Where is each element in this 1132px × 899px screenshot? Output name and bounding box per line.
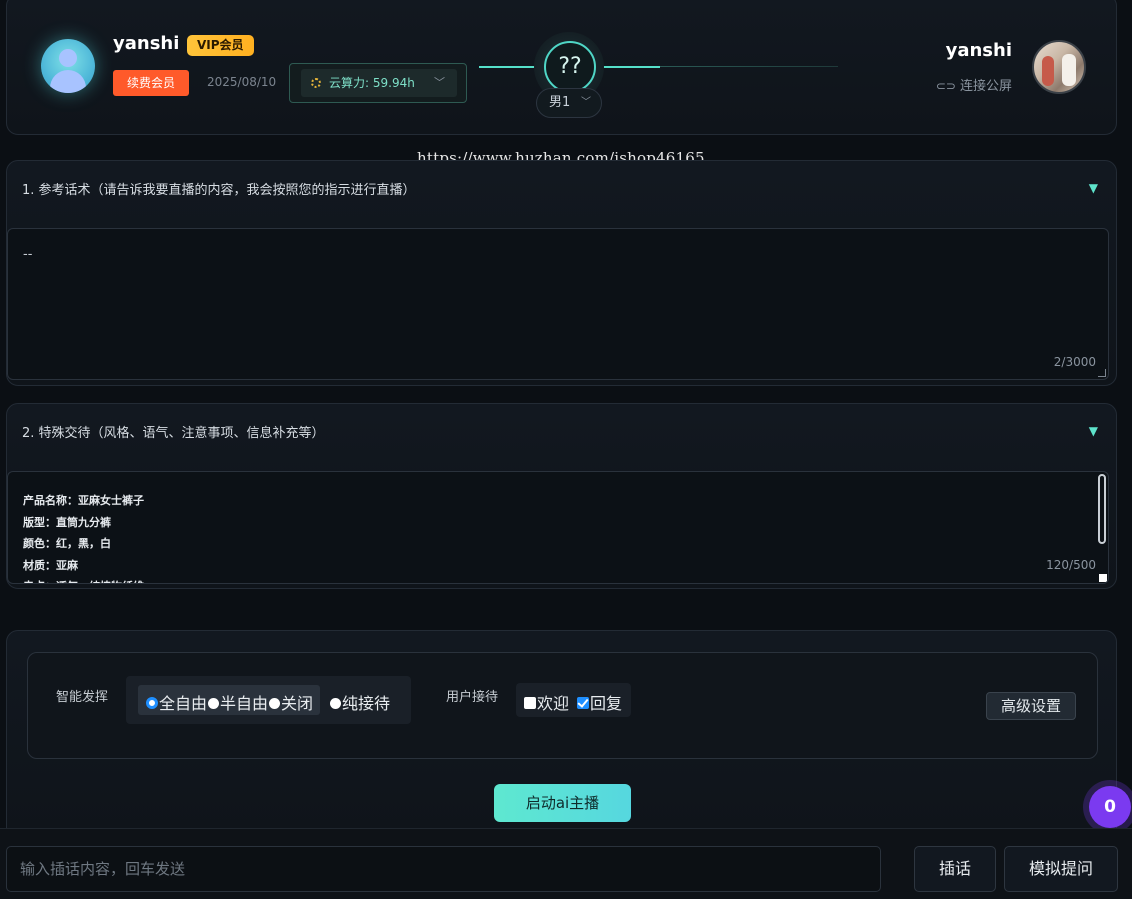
avatar-head-shape (59, 49, 77, 67)
wave-line-far (660, 66, 838, 67)
start-ai-host-button[interactable]: 启动ai主播 (494, 784, 631, 822)
settings-box: 智能发挥 全自由 半自由 关闭 纯接待 用户接待 欢迎 回复 高级设置 (27, 652, 1098, 759)
radio-icon (208, 698, 219, 709)
instruction-line: 材质：亚麻 (23, 558, 78, 572)
section-title: 2. 特殊交待（风格、语气、注意事项、信息补充等） (22, 426, 325, 441)
mic-status-button[interactable]: ?? (544, 41, 596, 93)
mode-option-full-free[interactable]: 全自由 (146, 690, 207, 714)
insert-message-input[interactable] (6, 846, 881, 892)
voice-select[interactable]: 男1 ﹀ (536, 88, 602, 118)
resize-handle[interactable] (1099, 574, 1107, 582)
chevron-down-icon: ﹀ (581, 97, 591, 108)
welcome-checkbox[interactable]: 欢迎 (524, 690, 569, 714)
instruction-textarea[interactable]: 产品名称：亚麻女士裤子 版型：直筒九分裤 颜色：红，黑，白 材质：亚麻 卖点：透… (7, 471, 1109, 584)
renew-button[interactable]: 续费会员 (113, 70, 189, 96)
instruction-content: 产品名称：亚麻女士裤子 版型：直筒九分裤 颜色：红，黑，白 材质：亚麻 卖点：透… (23, 490, 144, 583)
script-textarea[interactable]: -- 2/3000 (7, 228, 1109, 380)
char-count: 120/500 (1046, 558, 1096, 572)
connect-screen-label: 连接公屏 (959, 79, 1012, 94)
smart-mode-group: 全自由 半自由 关闭 纯接待 (126, 676, 411, 724)
floating-count-badge[interactable]: 0 (1089, 786, 1131, 828)
user-reception-label: 用户接待 (446, 690, 499, 705)
instruction-section: 2. 特殊交待（风格、语气、注意事项、信息补充等） ▼ 产品名称：亚麻女士裤子 … (6, 403, 1117, 589)
vip-badge: VIP会员 (187, 35, 254, 56)
compute-power-inner: 云算力: 59.94h ﹀ (301, 69, 457, 97)
scrollbar[interactable] (1098, 474, 1106, 544)
compute-power-label: 云算力: 59.94h (329, 76, 415, 90)
mode-option-semi-free[interactable]: 半自由 (208, 690, 268, 714)
checkbox-label: 回复 (590, 694, 623, 713)
checkbox-checked-icon (577, 697, 589, 709)
mode-label: 半自由 (220, 694, 269, 713)
mode-label: 关闭 (281, 694, 314, 713)
expire-date: 2025/08/10 (207, 75, 277, 89)
avatar-figure-shape (1042, 56, 1054, 86)
insert-button[interactable]: 插话 (914, 846, 996, 892)
script-content: -- (23, 247, 33, 262)
script-section: 1. 参考话术（请告诉我要直播的内容，我会按照您的指示进行直播） ▼ -- 2/… (6, 160, 1117, 386)
connect-screen-link[interactable]: ⊂⊃ 连接公屏 (936, 75, 1012, 94)
avatar-body-shape (50, 70, 86, 93)
username-left: yanshi (113, 33, 180, 54)
instruction-line: 卖点：透气，纯植物纤维 (23, 576, 144, 583)
bottom-bar: 插话 模拟提问 (0, 828, 1132, 899)
collapse-triangle-icon[interactable]: ▼ (1089, 424, 1098, 438)
reception-check-group: 欢迎 回复 (516, 683, 631, 717)
radio-icon (330, 698, 341, 709)
chevron-down-icon: ﹀ (434, 76, 445, 89)
link-icon: ⊂⊃ (935, 79, 956, 93)
control-panel: 智能发挥 全自由 半自由 关闭 纯接待 用户接待 欢迎 回复 高级设置 启动ai… (6, 630, 1117, 840)
mode-option-off[interactable]: 关闭 (269, 690, 313, 714)
user-avatar[interactable] (41, 39, 95, 93)
resize-handle[interactable] (1098, 369, 1106, 377)
simulate-question-button[interactable]: 模拟提问 (1004, 846, 1118, 892)
streamer-avatar[interactable] (1032, 40, 1086, 94)
avatar-figure-shape (1062, 54, 1076, 86)
header-panel: yanshi VIP会员 续费会员 2025/08/10 云算力: 59.94h… (6, 0, 1117, 135)
sun-icon (311, 78, 321, 88)
username-right: yanshi (945, 40, 1012, 61)
reply-checkbox[interactable]: 回复 (577, 690, 622, 714)
mode-label: 全自由 (159, 694, 208, 713)
advanced-settings-button[interactable]: 高级设置 (986, 692, 1076, 720)
radio-icon (146, 697, 158, 709)
compute-power-select[interactable]: 云算力: 59.94h ﹀ (289, 63, 467, 103)
char-count: 2/3000 (1053, 355, 1096, 369)
checkbox-label: 欢迎 (537, 694, 570, 713)
radio-icon (269, 698, 280, 709)
smart-mode-label: 智能发挥 (56, 690, 109, 705)
voice-select-value: 男1 (549, 95, 571, 110)
mode-label: 纯接待 (342, 694, 391, 713)
mode-option-reception-only[interactable]: 纯接待 (330, 690, 390, 714)
instruction-line: 产品名称：亚麻女士裤子 (23, 494, 144, 507)
collapse-triangle-icon[interactable]: ▼ (1089, 181, 1098, 195)
checkbox-icon (524, 697, 536, 709)
section-title: 1. 参考话术（请告诉我要直播的内容，我会按照您的指示进行直播） (22, 183, 416, 198)
instruction-line: 颜色：红，黑，白 (23, 537, 111, 550)
instruction-line: 版型：直筒九分裤 (23, 515, 111, 529)
